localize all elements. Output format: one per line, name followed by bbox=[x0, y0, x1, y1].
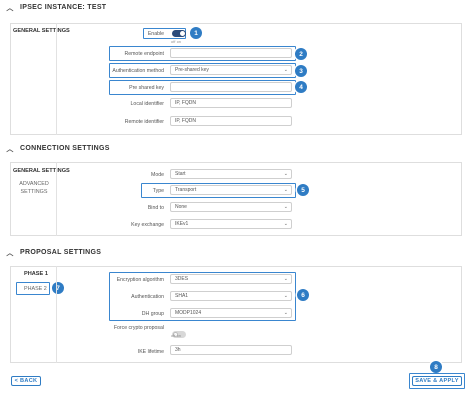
chevron-up-icon[interactable]: ︿ bbox=[4, 3, 16, 13]
force-label: Force crypto proposal bbox=[113, 325, 164, 331]
chevron-up-icon[interactable]: ︿ bbox=[4, 144, 16, 154]
mode-label: Mode bbox=[151, 172, 164, 178]
remote-endpoint-label: Remote endpoint bbox=[124, 51, 164, 57]
chevron-down-icon: ⌄ bbox=[283, 293, 288, 299]
psk-label: Pre shared key bbox=[129, 85, 164, 91]
chevron-down-icon: ⌄ bbox=[283, 187, 288, 193]
ike-label: Key exchange bbox=[131, 222, 164, 228]
tab-general-settings[interactable]: GENERAL SETTINGS bbox=[13, 28, 70, 34]
remote-id-label: Remote identifier bbox=[124, 119, 164, 125]
tab-advanced-line1: ADVANCED bbox=[19, 181, 49, 187]
ike-value: IKEv1 bbox=[175, 221, 189, 227]
auth-method-label: Authentication method bbox=[112, 68, 164, 74]
tab-advanced-settings[interactable]: ADVANCED SETTINGS bbox=[13, 180, 55, 196]
lifetime-input[interactable]: 3h bbox=[170, 345, 292, 355]
psk-input[interactable] bbox=[170, 82, 292, 92]
force-toggle-caption: off on bbox=[171, 334, 182, 338]
bind-select[interactable]: None ⌄ bbox=[170, 202, 292, 212]
chevron-down-icon: ⌄ bbox=[283, 67, 288, 73]
mode-value: Start bbox=[175, 171, 186, 177]
dh-value: MODP1024 bbox=[175, 310, 202, 316]
tab-divider bbox=[56, 23, 57, 135]
badge-2: 2 bbox=[295, 48, 307, 60]
connection-section-title: CONNECTION SETTINGS bbox=[20, 145, 110, 152]
badge-8: 8 bbox=[430, 361, 442, 373]
dh-select[interactable]: MODP1024 ⌄ bbox=[170, 308, 292, 318]
type-label: Type bbox=[152, 188, 164, 194]
auth-label: Authentication bbox=[131, 294, 164, 300]
badge-7: 7 bbox=[52, 282, 64, 294]
save-apply-button[interactable]: SAVE & APPLY bbox=[412, 376, 462, 386]
remote-id-input[interactable]: IP, FQDN bbox=[170, 116, 292, 126]
chevron-down-icon: ⌄ bbox=[283, 171, 288, 177]
tab-advanced-line2: SETTINGS bbox=[20, 189, 48, 195]
chevron-up-icon[interactable]: ︿ bbox=[4, 248, 16, 258]
chevron-down-icon: ⌄ bbox=[283, 221, 288, 227]
proposal-section-title: PROPOSAL SETTINGS bbox=[20, 249, 102, 256]
type-value: Transport bbox=[175, 187, 197, 193]
type-select[interactable]: Transport ⌄ bbox=[170, 185, 292, 195]
ike-select[interactable]: IKEv1 ⌄ bbox=[170, 219, 292, 229]
toggle-knob bbox=[180, 31, 185, 36]
ipsec-section-title: IPSEC INSTANCE: TEST bbox=[20, 4, 107, 11]
tab-phase-1[interactable]: PHASE 1 bbox=[24, 271, 48, 277]
auth-value: SHA1 bbox=[175, 293, 189, 299]
badge-6: 6 bbox=[297, 289, 309, 301]
enable-label: Enable bbox=[147, 31, 164, 37]
badge-3: 3 bbox=[295, 65, 307, 77]
enc-label: Encryption algorithm bbox=[116, 277, 164, 283]
chevron-down-icon: ⌄ bbox=[283, 276, 288, 282]
dh-label: DH group bbox=[141, 311, 164, 317]
chevron-down-icon: ⌄ bbox=[283, 204, 288, 210]
badge-1: 1 bbox=[190, 27, 202, 39]
remote-endpoint-input[interactable] bbox=[170, 48, 292, 58]
auth-method-value: Pre-shared key bbox=[175, 67, 209, 73]
auth-select[interactable]: SHA1 ⌄ bbox=[170, 291, 292, 301]
badge-4: 4 bbox=[295, 81, 307, 93]
chevron-down-icon: ⌄ bbox=[283, 310, 288, 316]
local-id-input[interactable]: IP, FQDN bbox=[170, 98, 292, 108]
lifetime-label: IKE lifetime bbox=[137, 349, 164, 355]
enc-value: 3DES bbox=[175, 276, 189, 282]
proposal-section-header[interactable]: ︿ PROPOSAL SETTINGS bbox=[4, 246, 474, 259]
enable-toggle-caption: off on bbox=[171, 40, 182, 44]
enc-select[interactable]: 3DES ⌄ bbox=[170, 274, 292, 284]
local-id-label: Local identifier bbox=[130, 101, 164, 107]
bind-value: None bbox=[175, 204, 187, 210]
tab-phase-2[interactable]: PHASE 2 bbox=[24, 285, 47, 293]
bind-label: Bind to bbox=[147, 205, 164, 211]
badge-5: 5 bbox=[297, 184, 309, 196]
mode-select[interactable]: Start ⌄ bbox=[170, 169, 292, 179]
enable-toggle[interactable] bbox=[172, 30, 186, 37]
tab-general-settings[interactable]: GENERAL SETTINGS bbox=[13, 168, 70, 174]
tab-divider bbox=[56, 266, 57, 363]
auth-method-select[interactable]: Pre-shared key ⌄ bbox=[170, 65, 292, 75]
connection-section-header[interactable]: ︿ CONNECTION SETTINGS bbox=[4, 142, 474, 155]
tab-divider bbox=[56, 162, 57, 236]
back-button[interactable]: < BACK bbox=[11, 376, 41, 386]
ipsec-section-header[interactable]: ︿ IPSEC INSTANCE: TEST bbox=[4, 1, 474, 14]
